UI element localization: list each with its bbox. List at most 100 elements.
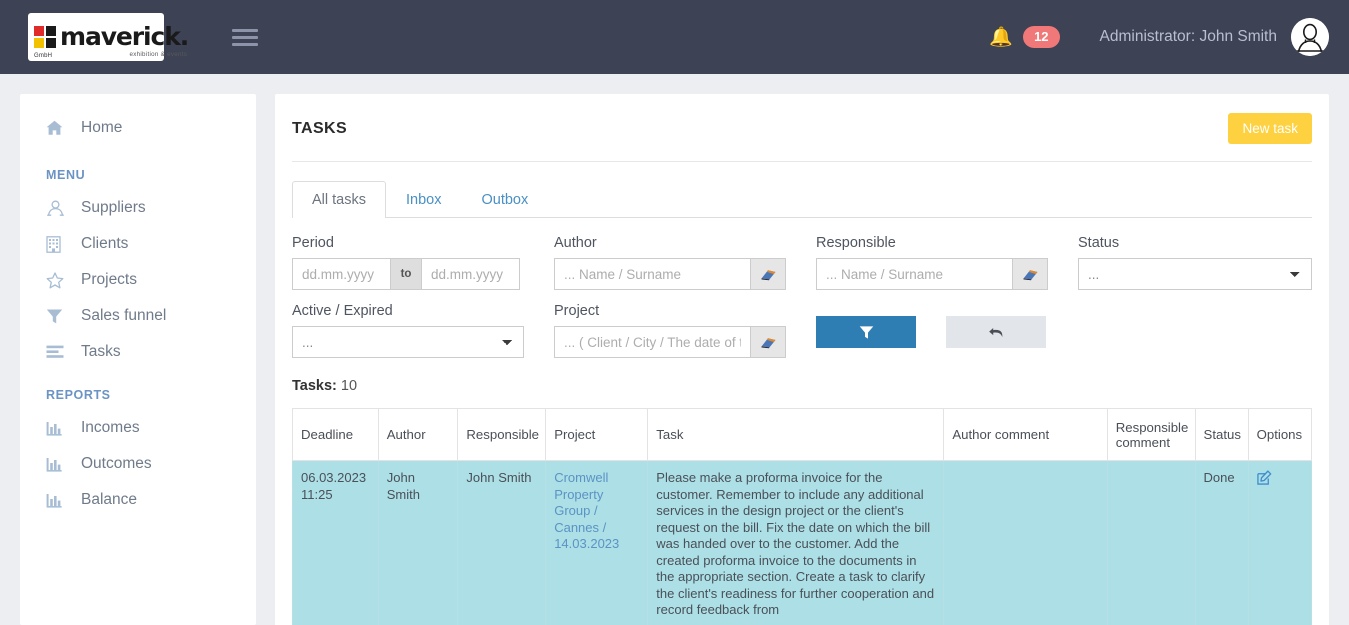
eraser-icon xyxy=(760,336,777,349)
sidebar-item-label: Home xyxy=(81,119,122,137)
sidebar-item-label: Sales funnel xyxy=(81,307,166,325)
cell-deadline: 06.03.2023 11:25 xyxy=(293,461,379,625)
sidebar-item-label: Incomes xyxy=(81,419,140,437)
column-options: Options xyxy=(1248,409,1311,461)
deadline-date: 06.03.2023 xyxy=(301,470,370,487)
sidebar-item-label: Tasks xyxy=(81,343,121,361)
cell-responsible: John Smith xyxy=(458,461,546,625)
filter-actions xyxy=(816,290,1078,358)
column-author[interactable]: Author xyxy=(378,409,458,461)
tab-outbox[interactable]: Outbox xyxy=(461,181,548,218)
sidebar-item-outcomes[interactable]: Outcomes xyxy=(20,446,256,482)
tasks-table: Deadline Author Responsible Project Task… xyxy=(292,408,1312,625)
table-header-row: Deadline Author Responsible Project Task… xyxy=(293,409,1312,461)
cell-task: Please make a proforma invoice for the c… xyxy=(648,461,944,625)
sidebar-item-tasks[interactable]: Tasks xyxy=(20,334,256,370)
filter-form: Period to Author xyxy=(292,218,1312,358)
responsible-clear-button[interactable] xyxy=(1012,258,1048,290)
logo-tagline: exhibition & events xyxy=(129,52,187,58)
project-link[interactable]: Cromwell Property Group / Cannes / 14.03… xyxy=(554,470,619,551)
author-clear-button[interactable] xyxy=(750,258,786,290)
building-icon xyxy=(46,236,70,253)
cell-author: John Smith xyxy=(378,461,458,625)
filter-author: Author xyxy=(554,235,816,290)
period-to-input[interactable] xyxy=(421,258,520,290)
logo-gmbh-text: GmbH xyxy=(34,53,52,59)
deadline-time: 11:25 xyxy=(301,487,370,504)
status-select[interactable]: ... xyxy=(1078,258,1312,290)
filter-project-label: Project xyxy=(554,303,786,319)
column-author-comment[interactable]: Author comment xyxy=(944,409,1107,461)
filter-status: Status ... xyxy=(1078,235,1312,290)
sidebar-item-label: Clients xyxy=(81,235,128,253)
sidebar-item-label: Suppliers xyxy=(81,199,146,217)
edit-icon[interactable] xyxy=(1257,470,1272,490)
page-body: Home MENU Suppliers xyxy=(0,74,1349,625)
tab-bar: All tasks Inbox Outbox xyxy=(292,181,1312,218)
sidebar-item-label: Projects xyxy=(81,271,137,289)
page-title: TASKS xyxy=(292,120,347,138)
sidebar-item-sales-funnel[interactable]: Sales funnel xyxy=(20,298,256,334)
task-count-value: 10 xyxy=(341,378,357,394)
cell-options xyxy=(1248,461,1311,625)
column-deadline[interactable]: Deadline xyxy=(293,409,379,461)
filter-spacer xyxy=(1078,290,1312,358)
filter-active-expired: Active / Expired ... xyxy=(292,290,554,358)
cell-responsible-comment xyxy=(1107,461,1195,625)
task-count-label: Tasks: xyxy=(292,378,337,394)
bar-chart-icon xyxy=(46,493,70,508)
reset-filter-button[interactable] xyxy=(946,316,1046,348)
column-status[interactable]: Status xyxy=(1195,409,1248,461)
column-responsible[interactable]: Responsible xyxy=(458,409,546,461)
avatar[interactable] xyxy=(1291,18,1329,56)
filter-active-expired-label: Active / Expired xyxy=(292,303,524,319)
home-icon xyxy=(46,120,70,136)
sidebar-item-label: Balance xyxy=(81,491,137,509)
project-input[interactable] xyxy=(554,326,750,358)
filter-author-label: Author xyxy=(554,235,786,251)
author-input[interactable] xyxy=(554,258,750,290)
filter-status-label: Status xyxy=(1078,235,1312,251)
sidebar-item-home[interactable]: Home xyxy=(20,110,256,146)
sidebar-heading-reports: REPORTS xyxy=(20,370,256,410)
filter-responsible-label: Responsible xyxy=(816,235,1048,251)
new-task-button[interactable]: New task xyxy=(1228,113,1312,144)
sidebar-item-suppliers[interactable]: Suppliers xyxy=(20,190,256,226)
notification-count-badge[interactable]: 12 xyxy=(1023,26,1059,48)
table-row[interactable]: 06.03.2023 11:25 John Smith John Smith C… xyxy=(293,461,1312,625)
sidebar: Home MENU Suppliers xyxy=(20,94,256,625)
star-icon xyxy=(46,272,70,289)
tab-inbox[interactable]: Inbox xyxy=(386,181,461,218)
top-navbar: maverick. GmbH exhibition & events 🔔 12 … xyxy=(0,0,1349,74)
filter-project: Project xyxy=(554,290,816,358)
topbar-right-cluster: 🔔 12 Administrator: John Smith xyxy=(989,18,1349,56)
sidebar-item-clients[interactable]: Clients xyxy=(20,226,256,262)
bar-chart-icon xyxy=(46,457,70,472)
filter-icon xyxy=(859,325,874,340)
apply-filter-button[interactable] xyxy=(816,316,916,348)
column-project[interactable]: Project xyxy=(546,409,648,461)
task-count-row: Tasks: 10 xyxy=(292,358,1312,408)
responsible-input[interactable] xyxy=(816,258,1012,290)
users-icon xyxy=(46,200,70,216)
bell-icon[interactable]: 🔔 xyxy=(989,28,1013,47)
sidebar-item-balance[interactable]: Balance xyxy=(20,482,256,518)
app-logo[interactable]: maverick. GmbH exhibition & events xyxy=(28,13,164,61)
sidebar-item-label: Outcomes xyxy=(81,455,152,473)
sidebar-item-incomes[interactable]: Incomes xyxy=(20,410,256,446)
funnel-icon xyxy=(46,308,70,325)
list-icon xyxy=(46,345,70,359)
tab-all-tasks[interactable]: All tasks xyxy=(292,181,386,218)
column-responsible-comment[interactable]: Responsible comment xyxy=(1107,409,1195,461)
logo-wordmark: maverick. xyxy=(60,24,188,49)
period-from-input[interactable] xyxy=(292,258,391,290)
period-separator-label: to xyxy=(391,258,421,290)
column-task[interactable]: Task xyxy=(648,409,944,461)
active-expired-select[interactable]: ... xyxy=(292,326,524,358)
hamburger-icon[interactable] xyxy=(232,25,258,50)
project-clear-button[interactable] xyxy=(750,326,786,358)
eraser-icon xyxy=(1022,268,1039,281)
main-panel: TASKS New task All tasks Inbox Outbox Pe… xyxy=(275,94,1329,625)
sidebar-item-projects[interactable]: Projects xyxy=(20,262,256,298)
eraser-icon xyxy=(760,268,777,281)
